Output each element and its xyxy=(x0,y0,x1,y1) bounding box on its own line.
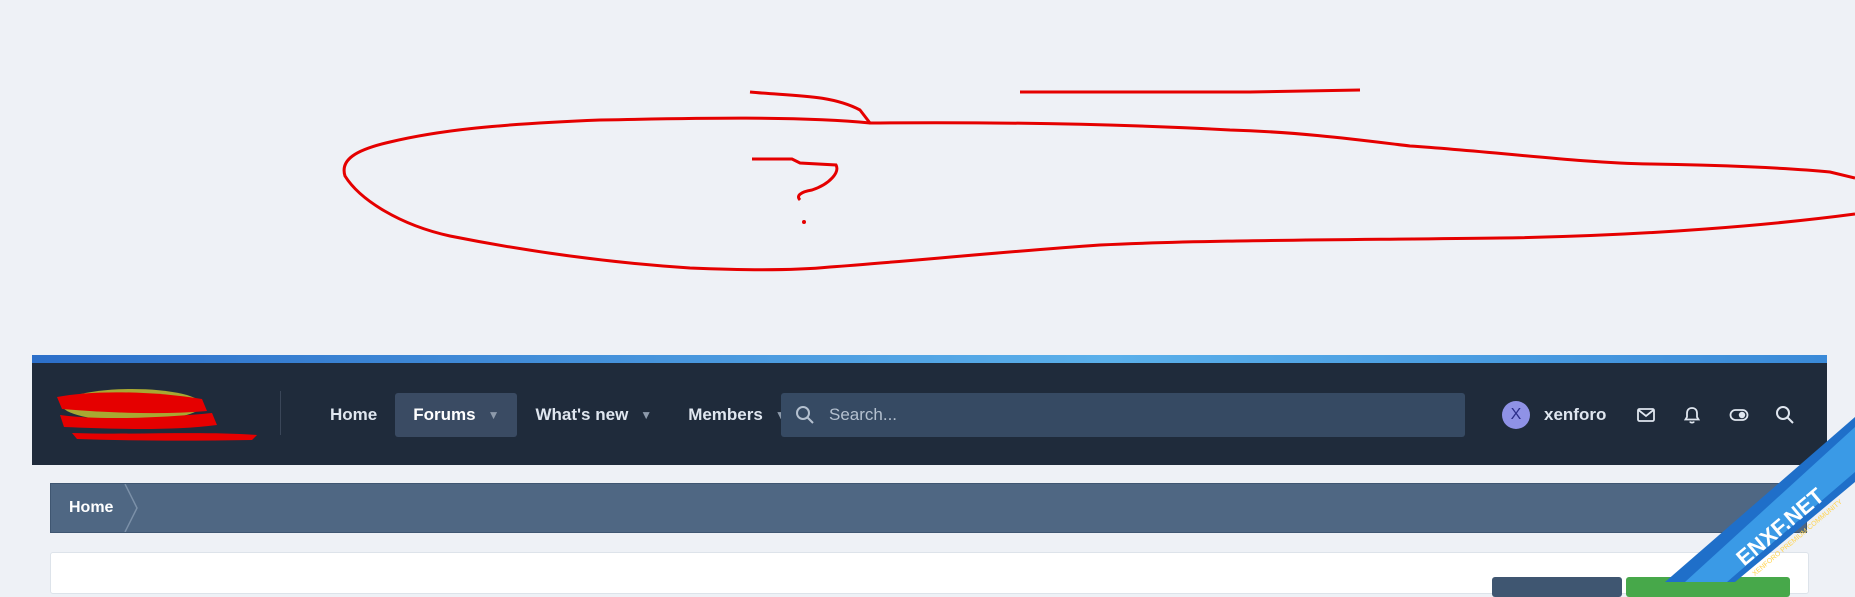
envelope-icon[interactable] xyxy=(1636,405,1656,425)
nav-members-label: Members xyxy=(688,405,763,424)
avatar[interactable]: X xyxy=(1502,401,1530,429)
search-input[interactable] xyxy=(827,404,1431,426)
chevron-down-icon[interactable]: ▼ xyxy=(640,408,652,422)
nav-forums-label: Forums xyxy=(413,405,476,424)
search-bar[interactable] xyxy=(781,393,1465,437)
chevron-down-icon[interactable]: ▼ xyxy=(488,408,500,422)
primary-nav: Home Forums ▼ What's new ▼ Members ▼ xyxy=(312,393,805,437)
breadcrumb-separator xyxy=(124,484,138,532)
nav-whats-new[interactable]: What's new ▼ xyxy=(517,393,670,437)
nav-whats-new-label: What's new xyxy=(535,405,629,424)
logo-divider xyxy=(280,391,281,435)
action-button[interactable] xyxy=(1492,577,1622,597)
search-icon xyxy=(796,406,814,424)
user-menu[interactable]: X xenforo xyxy=(1502,395,1606,435)
site-logo[interactable] xyxy=(52,385,262,445)
main-navbar: Home Forums ▼ What's new ▼ Members ▼ X x… xyxy=(32,355,1827,465)
nav-home[interactable]: Home xyxy=(312,393,395,437)
watermark-banner: ENXF.NET XENFORO PREMIUM COMMUNITY xyxy=(1665,417,1855,582)
red-annotation-scribble xyxy=(342,88,1855,272)
nav-home-label: Home xyxy=(330,405,378,424)
username[interactable]: xenforo xyxy=(1544,405,1606,425)
breadcrumb: Home xyxy=(50,483,1807,533)
nav-forums[interactable]: Forums ▼ xyxy=(395,393,518,437)
